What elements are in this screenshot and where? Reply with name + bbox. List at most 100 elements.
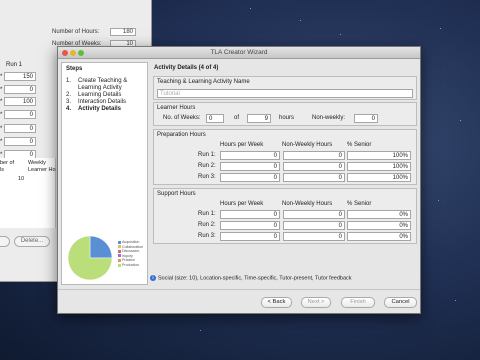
hours-label: hours [279,115,295,121]
legend-label: Inquiry [122,253,133,258]
support-hours-per-week-input[interactable]: 0 [220,210,280,219]
status-row: i Social (size: 10), Location-specific, T… [150,275,352,281]
col-header-nonweekly: Non-Weekly Hours [282,201,333,207]
col-header-senior: % Senior [347,142,372,148]
prep-nonweekly-input[interactable]: 0 [283,162,345,171]
prep-run-label: Run 3: [198,174,216,180]
finish-button[interactable]: Finish [341,297,375,308]
nonweekly-input[interactable]: 0 [354,114,378,123]
step-label: Activity Details [78,106,122,112]
legend-label: Acquisition [122,240,140,244]
prep-hours-per-week-input[interactable]: 0 [220,162,280,171]
col-header-hours-per-week: Hours per Week [220,142,264,148]
prep-senior-input[interactable]: 100% [347,162,411,171]
prep-nonweekly-input[interactable]: 0 [283,151,345,160]
bg-run-label: * [0,139,3,145]
maximize-icon[interactable] [78,50,84,56]
pie-svg [67,235,113,281]
bg-button[interactable] [0,236,10,247]
cancel-button[interactable]: Cancel [384,297,417,308]
bg-run-label: * [0,99,3,105]
bg-run-label: * [0,112,3,118]
step-number: 4. [66,106,72,112]
support-hours-per-week-input[interactable]: 0 [220,221,280,230]
tla-name-title: Teaching & Learning Activity Name [157,79,250,85]
prep-senior-input[interactable]: 100% [347,151,411,160]
titlebar: TLA Creator Wizard [58,47,420,59]
bg-run-row: * 0 [0,85,40,94]
support-run-label: Run 2: [198,222,216,228]
step-label: Create Teaching & Learning Activity [78,78,128,91]
step-item-active: 4. Activity Details [66,106,121,113]
step-number: 3. [66,99,72,105]
run-1-header: Run 1 [6,62,23,68]
prep-senior-input[interactable]: 100% [347,173,411,182]
bg-run-row: * 0 [0,137,40,146]
legend-label: Production [122,262,140,267]
window-title: TLA Creator Wizard [210,49,268,56]
of-weeks-input[interactable]: 9 [247,114,271,123]
step-label: Learning Details [78,92,122,98]
bg-run-label: * [0,74,3,80]
back-button[interactable]: < Back [261,297,292,308]
legend-swatch [118,258,121,262]
col-header-hours-per-week: Hours per Week [220,201,264,207]
bg-run-row: * 0 [0,110,40,119]
bg-run-input[interactable]: 100 [4,97,36,106]
delete-button[interactable]: Delete... [14,236,50,247]
legend-label: Practice [122,258,135,263]
number-of-hours-input[interactable]: 180 [110,28,136,36]
preparation-hours-group: Preparation Hours Hours per Week Non-Wee… [153,129,417,185]
steps-panel: Steps 1. Create Teaching & Learning Acti… [61,62,148,285]
support-nonweekly-input[interactable]: 0 [283,210,345,219]
preparation-hours-title: Preparation Hours [157,132,206,138]
support-nonweekly-input[interactable]: 0 [283,232,345,241]
minimize-icon[interactable] [70,50,76,56]
prep-hours-per-week-input[interactable]: 0 [220,173,280,182]
number-of-hours-field: Number of Hours: 180 [52,28,136,36]
bg-run-row: * 0 [0,124,40,133]
bg-col-header: ber of ls [0,160,15,173]
prep-run-label: Run 1: [198,152,216,158]
bg-run-input[interactable]: 0 [4,124,36,133]
status-text: Social (size: 10), Location-specific, Ti… [158,275,352,282]
prep-nonweekly-input[interactable]: 0 [283,173,345,182]
col-header-senior: % Senior [347,201,372,207]
tla-name-group: Teaching & Learning Activity Name Tutori… [153,76,417,100]
content-title: Activity Details (4 of 4) [154,65,219,71]
bg-run-input[interactable]: 0 [4,137,36,146]
bg-run-input[interactable]: 0 [4,85,36,94]
tla-name-input[interactable]: Tutorial [157,89,413,98]
legend-swatch [118,245,121,249]
support-senior-input[interactable]: 0% [347,210,411,219]
learner-hours-title: Learner Hours [157,105,196,111]
step-item: 1. Create Teaching & Learning Activity [66,78,127,91]
support-senior-input[interactable]: 0% [347,221,411,230]
close-icon[interactable] [62,50,68,56]
support-hours-title: Support Hours [157,191,196,197]
activity-pie-chart [66,234,114,282]
next-button[interactable]: Next > [301,297,331,308]
prep-run-label: Run 2: [198,163,216,169]
bg-run-row: * 150 [0,72,40,81]
bg-run-row: * 100 [0,97,40,106]
step-item: 3. Interaction Details [66,99,126,106]
support-senior-input[interactable]: 0% [347,232,411,241]
number-of-hours-label: Number of Hours: [52,29,100,35]
pie-legend: Acquisition Collaboration Discussion Inq… [118,240,143,268]
prep-hours-per-week-input[interactable]: 0 [220,151,280,160]
legend-swatch [118,249,121,253]
support-hours-per-week-input[interactable]: 0 [220,232,280,241]
bg-run-label: * [0,87,3,93]
footer-separator [58,289,420,290]
bg-run-input[interactable]: 0 [4,110,36,119]
legend-swatch [118,254,121,258]
steps-title: Steps [66,66,83,72]
weeks-input[interactable]: 0 [206,114,224,123]
legend-swatch [118,263,121,267]
bg-run-input[interactable]: 150 [4,72,36,81]
support-nonweekly-input[interactable]: 0 [283,221,345,230]
col-header-nonweekly: Non-Weekly Hours [282,142,333,148]
support-hours-group: Support Hours Hours per Week Non-Weekly … [153,188,417,244]
activity-details-panel: Activity Details (4 of 4) Teaching & Lea… [150,62,419,285]
